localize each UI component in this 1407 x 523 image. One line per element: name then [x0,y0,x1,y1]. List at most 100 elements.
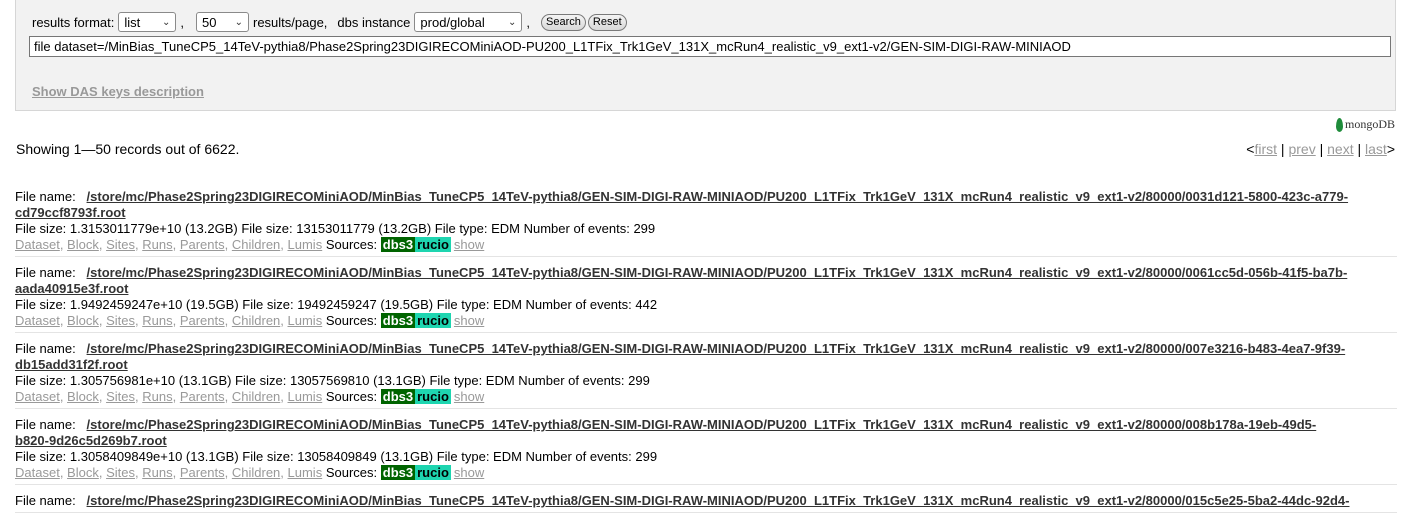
link-separator: , [98,237,107,252]
pagination: <first | prev | next | last> [1246,141,1395,157]
list-item: File name: /store/mc/Phase2Spring23DIGIR… [15,493,1397,513]
rucio-badge[interactable]: rucio [415,465,451,480]
dbs-instance-value: prod/global [420,14,485,30]
file-name-link[interactable]: /store/mc/Phase2Spring23DIGIRECOMiniAOD/… [15,417,1316,448]
show-link[interactable]: show [454,389,484,404]
link-separator: , [280,465,288,480]
sources-label: Sources: [325,389,378,404]
link-separator: , [59,465,68,480]
link-dataset[interactable]: Dataset [15,237,60,252]
link-dataset[interactable]: Dataset [15,389,60,404]
show-link[interactable]: show [454,465,484,480]
link-block[interactable]: Block [67,237,99,252]
link-lumis[interactable]: Lumis [288,237,323,252]
results-format-select[interactable]: list ⌄ [118,12,177,32]
link-dataset[interactable]: Dataset [15,313,60,328]
link-lumis[interactable]: Lumis [288,465,323,480]
link-runs[interactable]: Runs [142,465,172,480]
show-link[interactable]: show [454,313,484,328]
show-link[interactable]: show [454,237,484,252]
link-block[interactable]: Block [67,465,99,480]
file-name-line: File name: /store/mc/Phase2Spring23DIGIR… [15,189,1397,221]
file-name-line: File name: /store/mc/Phase2Spring23DIGIR… [15,493,1397,509]
link-dataset[interactable]: Dataset [15,465,60,480]
link-separator: , [224,237,232,252]
link-separator: , [224,465,232,480]
link-separator: , [98,389,107,404]
link-sites[interactable]: Sites [106,389,135,404]
link-block[interactable]: Block [67,313,99,328]
pager-next-link[interactable]: next [1327,141,1353,157]
link-parents[interactable]: Parents [180,237,225,252]
rucio-badge[interactable]: rucio [415,237,451,252]
link-sites[interactable]: Sites [106,465,135,480]
chevron-down-icon: ⌄ [234,16,243,28]
link-separator: , [224,389,232,404]
file-name-label: File name: [15,493,76,508]
link-separator: , [224,313,232,328]
link-parents[interactable]: Parents [180,389,225,404]
sources-label: Sources: [325,313,378,328]
dbs-instance-label: dbs instance [337,14,411,30]
per-page-label: results/page, [252,14,328,30]
record-links: Dataset, Block, Sites, Runs, Parents, Ch… [15,313,1397,329]
link-runs[interactable]: Runs [142,389,172,404]
per-page-select[interactable]: 50 ⌄ [195,12,249,32]
dbs-instance-select[interactable]: prod/global ⌄ [414,12,523,32]
link-parents[interactable]: Parents [180,313,225,328]
link-separator: , [172,313,180,328]
file-info: File size: 1.3058409849e+10 (13.1GB) Fil… [15,449,658,464]
file-name-link[interactable]: /store/mc/Phase2Spring23DIGIRECOMiniAOD/… [15,189,1348,220]
mongodb-wordmark: mongoDB [1344,117,1395,131]
file-name-line: File name: /store/mc/Phase2Spring23DIGIR… [15,265,1397,297]
dbs3-badge[interactable]: dbs3 [380,389,416,404]
link-separator: , [98,313,107,328]
file-info: File size: 1.9492459247e+10 (19.5GB) Fil… [15,297,658,312]
sources-label: Sources: [325,237,378,252]
list-item: File name: /store/mc/Phase2Spring23DIGIR… [15,341,1397,409]
link-separator: , [59,313,68,328]
file-name-link[interactable]: /store/mc/Phase2Spring23DIGIRECOMiniAOD/… [15,341,1345,372]
search-button[interactable]: Search [541,13,586,31]
link-runs[interactable]: Runs [142,313,172,328]
link-sites[interactable]: Sites [106,237,135,252]
chevron-down-icon: ⌄ [161,16,171,28]
rucio-badge[interactable]: rucio [415,313,451,328]
link-children[interactable]: Children [232,237,280,252]
link-children[interactable]: Children [232,389,280,404]
link-runs[interactable]: Runs [142,237,172,252]
records-list: File name: /store/mc/Phase2Spring23DIGIR… [15,189,1397,521]
dbs3-badge[interactable]: dbs3 [380,313,416,328]
link-sites[interactable]: Sites [106,313,135,328]
link-separator: , [280,389,288,404]
leaf-icon [1335,117,1343,132]
link-separator: , [280,237,288,252]
link-lumis[interactable]: Lumis [288,313,323,328]
link-parents[interactable]: Parents [180,465,225,480]
results-format-label: results format: [32,14,115,30]
results-summary: Showing 1—50 records out of 6622. [16,141,240,157]
record-links: Dataset, Block, Sites, Runs, Parents, Ch… [15,237,1397,253]
reset-button[interactable]: Reset [587,13,627,31]
pager-last-link[interactable]: last [1365,141,1387,157]
pager-first-link[interactable]: first [1254,141,1277,157]
link-block[interactable]: Block [67,389,99,404]
sources-label: Sources: [325,465,378,480]
das-keys-description-link[interactable]: Show DAS keys description [32,84,204,99]
link-children[interactable]: Children [232,465,280,480]
link-lumis[interactable]: Lumis [288,389,323,404]
link-children[interactable]: Children [232,313,280,328]
file-name-link[interactable]: /store/mc/Phase2Spring23DIGIRECOMiniAOD/… [15,265,1347,296]
query-input[interactable]: file dataset=/MinBias_TuneCP5_14TeV-pyth… [29,36,1391,57]
dbs3-badge[interactable]: dbs3 [380,465,416,480]
separator-comma: , [526,14,531,30]
pager-prev-link[interactable]: prev [1288,141,1315,157]
file-name-line: File name: /store/mc/Phase2Spring23DIGIR… [15,341,1397,373]
rucio-badge[interactable]: rucio [415,389,451,404]
dbs3-badge[interactable]: dbs3 [380,237,416,252]
file-name-label: File name: [15,265,76,280]
link-separator: , [172,389,180,404]
file-name-link[interactable]: /store/mc/Phase2Spring23DIGIRECOMiniAOD/… [87,493,1350,508]
list-item: File name: /store/mc/Phase2Spring23DIGIR… [15,265,1397,333]
link-separator: , [280,313,288,328]
